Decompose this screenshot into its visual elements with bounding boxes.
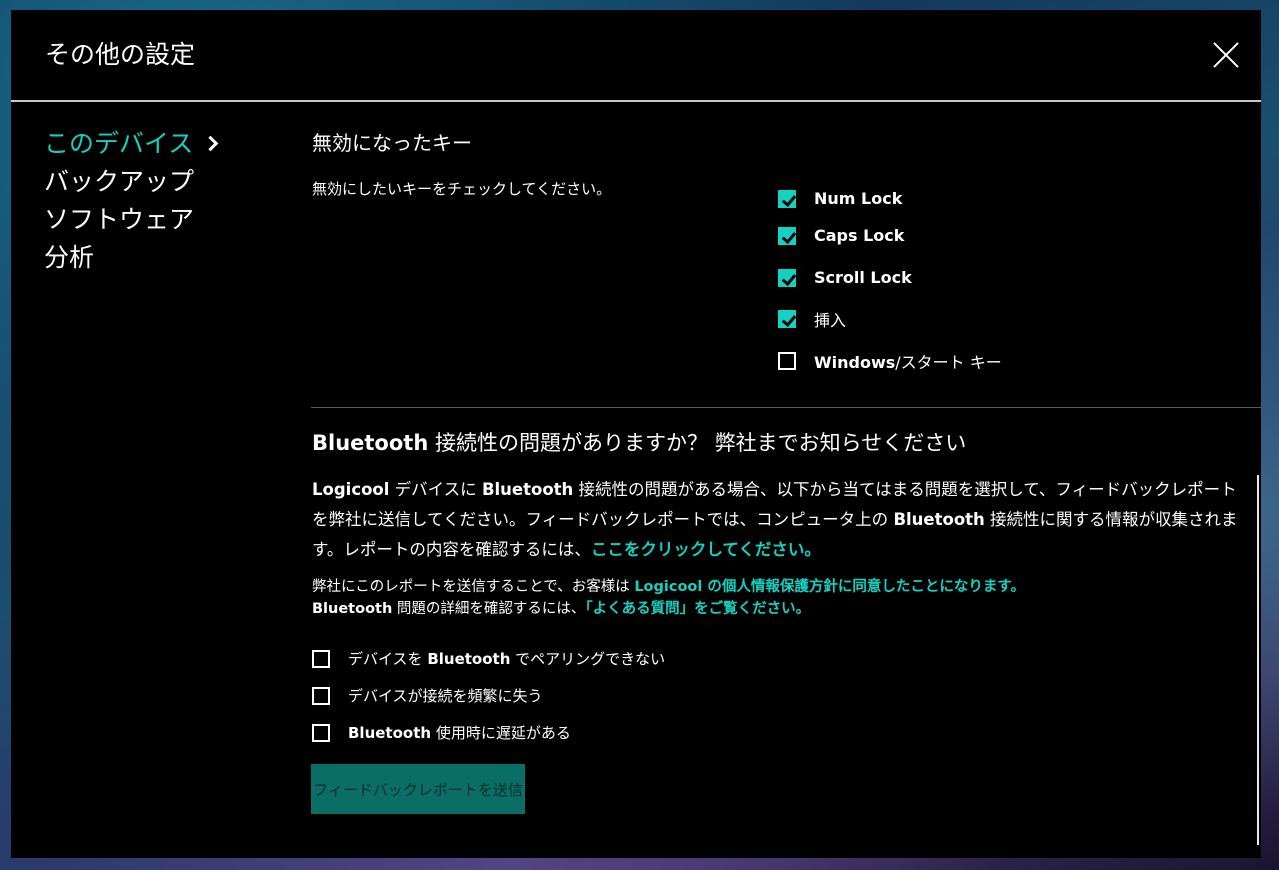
scroll-lock-checkbox[interactable] [778, 268, 796, 287]
key-label-rest: /スタート キー [895, 353, 1002, 372]
settings-dialog: その他の設定 このデバイス バックアップ ソフトウェア 分析 無効になったキー … [11, 10, 1261, 858]
key-row-num-lock[interactable]: Num Lock [778, 188, 902, 208]
faq-link[interactable]: 「よくある質問」をご覧ください。 [585, 601, 810, 617]
issue-disconnect-checkbox[interactable] [312, 686, 330, 705]
disabled-keys-description: 無効にしたいキーをチェックしてください。 [312, 180, 612, 198]
key-row-windows-start[interactable]: Windows/スタート キー [778, 349, 1002, 373]
issue-pairing-checkbox[interactable] [312, 649, 330, 668]
send-feedback-report-button[interactable]: フィードバックレポートを送信 [311, 764, 525, 814]
dialog-header: その他の設定 [11, 10, 1261, 102]
nav-item-software[interactable]: ソフトウェア [44, 201, 216, 239]
privacy-policy-link[interactable]: Logicool の個人情報保護方針に同意したことになります。 [634, 579, 1025, 595]
section-divider [311, 407, 1261, 408]
key-label: 挿入 [814, 311, 847, 330]
issue-latency-checkbox[interactable] [312, 723, 330, 742]
desc-bluetooth: Bluetooth [481, 480, 574, 499]
nav-item-label: このデバイス [44, 129, 194, 158]
key-row-insert[interactable]: 挿入 [778, 307, 846, 331]
key-row-caps-lock[interactable]: Caps Lock [778, 225, 904, 245]
issue-label: デバイスを Bluetooth でペアリングできない [348, 648, 665, 669]
desc-text: デバイスに [389, 480, 482, 499]
issue-bold: Bluetooth [348, 724, 432, 742]
dialog-title: その他の設定 [45, 40, 196, 69]
issue-text: でペアリングできない [510, 650, 666, 668]
issue-bold: Bluetooth [427, 650, 511, 668]
consent-text: 問題の詳細を確認するには、 [392, 601, 586, 617]
issue-text: 使用時に遅延がある [431, 724, 571, 742]
nav-item-this-device[interactable]: このデバイス [44, 125, 219, 163]
consent-line-2: Bluetooth 問題の詳細を確認するには、「よくある質問」をご覧ください。 [312, 598, 1025, 620]
key-row-scroll-lock[interactable]: Scroll Lock [778, 267, 912, 287]
desc-bluetooth: Bluetooth [893, 510, 985, 529]
consent-line-1: 弊社にこのレポートを送信することで、お客様は Logicool の個人情報保護方… [312, 576, 1025, 598]
bluetooth-title-bold: Bluetooth [312, 431, 429, 455]
bluetooth-section-title: Bluetooth 接続性の問題がありますか？ 弊社までお知らせください [312, 427, 966, 457]
nav-item-analytics[interactable]: 分析 [44, 239, 216, 277]
key-label: Caps Lock [814, 226, 905, 245]
desc-brand: Logicool [312, 480, 390, 499]
key-label: Scroll Lock [814, 268, 912, 287]
windows-start-checkbox[interactable] [778, 352, 796, 370]
key-label: Windows/スタート キー [814, 349, 1002, 373]
issue-label: デバイスが接続を頻繁に失う [348, 685, 543, 706]
key-label: Num Lock [814, 189, 903, 208]
report-details-link[interactable]: ここをクリックしてください。 [591, 540, 821, 559]
nav-item-backup[interactable]: バックアップ [44, 163, 216, 201]
issue-row-pairing[interactable]: デバイスを Bluetooth でペアリングできない [312, 648, 665, 669]
consent-text: 弊社にこのレポートを送信することで、お客様は [312, 579, 635, 595]
issue-text: デバイスを [348, 650, 428, 668]
disabled-keys-title: 無効になったキー [312, 131, 472, 155]
bluetooth-description: Logicool デバイスに Bluetooth 接続性の問題がある場合、以下か… [312, 475, 1242, 565]
caps-lock-checkbox[interactable] [778, 226, 796, 245]
scrollbar[interactable] [1257, 475, 1259, 845]
consent-bluetooth: Bluetooth [312, 601, 393, 617]
insert-checkbox[interactable] [778, 310, 796, 328]
num-lock-checkbox[interactable] [778, 189, 796, 208]
issue-row-disconnect[interactable]: デバイスが接続を頻繁に失う [312, 685, 543, 706]
privacy-consent: 弊社にこのレポートを送信することで、お客様は Logicool の個人情報保護方… [312, 576, 1025, 620]
bluetooth-title-rest: 接続性の問題がありますか？ 弊社までお知らせください [428, 431, 967, 455]
sidebar-nav: このデバイス バックアップ ソフトウェア 分析 [44, 125, 219, 277]
close-icon[interactable] [1209, 38, 1243, 72]
key-label-bold: Windows [814, 353, 896, 372]
issue-row-latency[interactable]: Bluetooth 使用時に遅延がある [312, 722, 571, 743]
issue-text: デバイスが接続を頻繁に失う [348, 687, 543, 705]
issue-label: Bluetooth 使用時に遅延がある [348, 722, 571, 743]
chevron-right-icon [202, 135, 219, 152]
